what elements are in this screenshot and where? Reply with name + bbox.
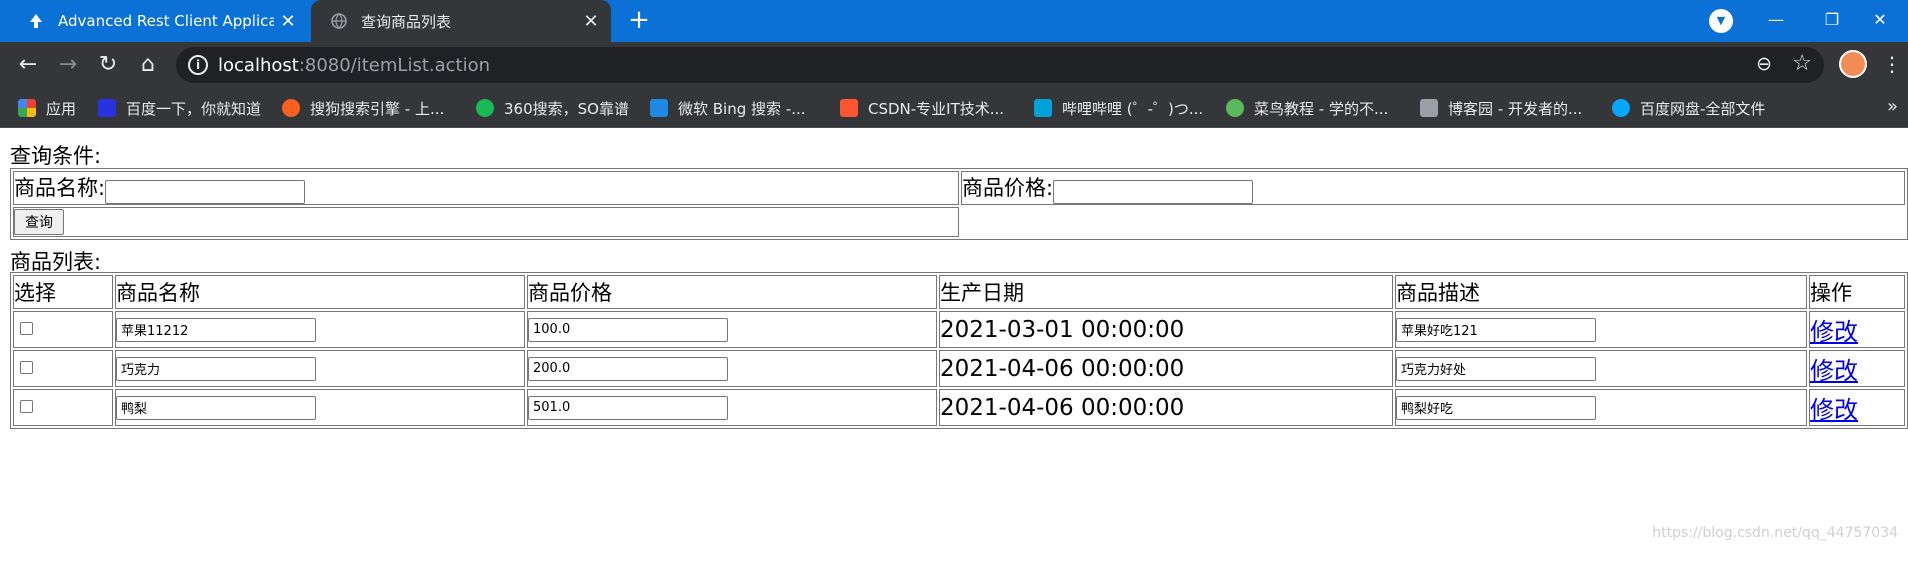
tab-strip: Advanced Rest Client Applicati ✕ 查询商品列表 … <box>0 0 1908 42</box>
header-desc: 商品描述 <box>1395 275 1807 309</box>
header-price: 商品价格 <box>527 275 937 309</box>
runoob-icon <box>1226 99 1244 117</box>
url-text[interactable]: localhost:8080/itemList.action <box>218 55 490 76</box>
name-input[interactable] <box>105 179 306 204</box>
header-action: 操作 <box>1809 275 1905 309</box>
page-content: 查询条件: 商品名称: 商品价格: 查询 商品列表: 选择 商品名称 商品价格 … <box>0 128 1908 561</box>
name-label: 商品名称: <box>14 176 106 201</box>
home-icon[interactable]: ⌂ <box>132 50 164 82</box>
close-tab-icon[interactable]: ✕ <box>274 11 302 32</box>
csdn-icon <box>840 99 858 117</box>
forward-icon[interactable]: → <box>52 50 84 82</box>
header-select: 选择 <box>13 275 113 309</box>
row-desc-input[interactable] <box>1396 356 1596 381</box>
price-label: 商品价格: <box>962 176 1054 201</box>
row-name-input[interactable] <box>116 395 316 420</box>
address-bar[interactable]: i localhost:8080/itemList.action ⊖ ☆ <box>176 47 1824 83</box>
bilibili-icon <box>1034 99 1052 117</box>
tab-search-icon[interactable]: ▼ <box>1709 9 1733 33</box>
sogou-icon <box>282 99 300 117</box>
header-name: 商品名称 <box>115 275 525 309</box>
table-row: 2021-04-06 00:00:00 修改 <box>13 350 1905 387</box>
row-checkbox[interactable] <box>20 361 33 374</box>
cnblogs-icon <box>1420 99 1438 117</box>
close-window-button[interactable]: ✕ <box>1852 0 1908 42</box>
row-name-input[interactable] <box>116 317 316 342</box>
zoom-icon[interactable]: ⊖ <box>1756 53 1772 75</box>
bookmark-csdn[interactable]: CSDN-专业IT技术... <box>840 96 1004 120</box>
price-input[interactable] <box>1053 179 1254 204</box>
query-caption: 查询条件: <box>10 144 102 168</box>
row-date: 2021-04-06 00:00:00 <box>939 389 1393 426</box>
bookmark-cnblogs[interactable]: 博客园 - 开发者的... <box>1420 96 1582 120</box>
bookmark-baidu-pan[interactable]: 百度网盘-全部文件 <box>1612 96 1765 120</box>
menu-icon[interactable]: ⋮ <box>1882 50 1902 80</box>
tab-title: Advanced Rest Client Applicati <box>58 12 274 30</box>
globe-icon <box>329 11 349 31</box>
more-bookmarks-icon[interactable]: » <box>1887 96 1898 117</box>
bookmark-bilibili[interactable]: 哔哩哔哩 (゜-゜)つ... <box>1034 96 1203 120</box>
table-row: 2021-03-01 00:00:00 修改 <box>13 311 1905 348</box>
new-tab-button[interactable]: + <box>624 6 654 36</box>
reload-icon[interactable]: ↻ <box>92 50 124 82</box>
bookmarks-bar: 应用 百度一下，你就知道 搜狗搜索引擎 - 上... 360搜索，SO靠谱 微软… <box>0 88 1908 128</box>
bing-icon <box>650 99 668 117</box>
row-price-input[interactable] <box>528 356 728 381</box>
row-price-input[interactable] <box>528 395 728 420</box>
item-list-table: 选择 商品名称 商品价格 生产日期 商品描述 操作 2021-03-01 00:… <box>10 272 1908 429</box>
bookmark-bing[interactable]: 微软 Bing 搜索 -... <box>650 96 806 120</box>
bookmark-baidu[interactable]: 百度一下，你就知道 <box>98 96 261 120</box>
minimize-button[interactable]: — <box>1748 0 1804 42</box>
bookmark-sogou[interactable]: 搜狗搜索引擎 - 上... <box>282 96 444 120</box>
header-date: 生产日期 <box>939 275 1393 309</box>
info-icon[interactable]: i <box>188 55 208 75</box>
edit-link[interactable]: 修改 <box>1810 357 1858 385</box>
row-desc-input[interactable] <box>1396 395 1596 420</box>
baidu-pan-icon <box>1612 99 1630 117</box>
query-form-table: 商品名称: 商品价格: 查询 <box>10 168 1908 240</box>
apps-icon <box>18 99 36 117</box>
baidu-icon <box>98 99 116 117</box>
tab-item-list[interactable]: 查询商品列表 ✕ <box>311 0 611 42</box>
table-row: 2021-04-06 00:00:00 修改 <box>13 389 1905 426</box>
row-date: 2021-04-06 00:00:00 <box>939 350 1393 387</box>
bookmark-apps[interactable]: 应用 <box>18 96 76 120</box>
tab-title: 查询商品列表 <box>361 12 452 31</box>
bookmark-star-icon[interactable]: ☆ <box>1792 51 1812 76</box>
query-button[interactable]: 查询 <box>14 209 64 235</box>
row-name-input[interactable] <box>116 356 316 381</box>
back-icon[interactable]: ← <box>12 50 44 82</box>
table-header-row: 选择 商品名称 商品价格 生产日期 商品描述 操作 <box>13 275 1905 309</box>
arc-icon <box>26 11 46 31</box>
profile-avatar[interactable] <box>1839 50 1867 78</box>
row-date: 2021-03-01 00:00:00 <box>939 311 1393 348</box>
bookmark-runoob[interactable]: 菜鸟教程 - 学的不... <box>1226 96 1388 120</box>
row-desc-input[interactable] <box>1396 317 1596 342</box>
row-checkbox[interactable] <box>20 400 33 413</box>
row-checkbox[interactable] <box>20 322 33 335</box>
edit-link[interactable]: 修改 <box>1810 396 1858 424</box>
edit-link[interactable]: 修改 <box>1810 318 1858 346</box>
row-price-input[interactable] <box>528 317 728 342</box>
bookmark-360[interactable]: 360搜索，SO靠谱 <box>476 96 629 120</box>
tab-advanced-rest-client[interactable]: Advanced Rest Client Applicati ✕ <box>8 0 308 42</box>
browser-toolbar: ← → ↻ ⌂ i localhost:8080/itemList.action… <box>0 42 1908 88</box>
360-search-icon <box>476 99 494 117</box>
watermark: https://blog.csdn.net/qq_44757034 <box>1652 525 1898 541</box>
close-tab-icon[interactable]: ✕ <box>577 11 605 32</box>
